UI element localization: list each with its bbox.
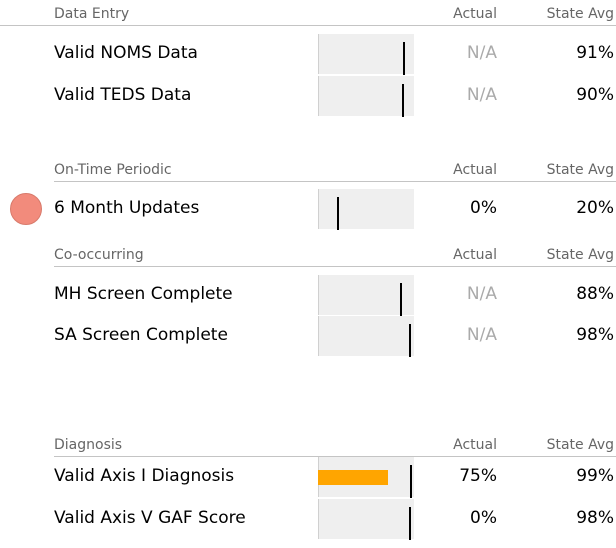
actual-value: N/A — [466, 325, 497, 345]
bar-baseline — [318, 275, 319, 315]
state-avg-marker — [403, 42, 405, 75]
bullet-bar — [318, 457, 414, 498]
bar-baseline — [318, 34, 319, 74]
state-avg-marker — [402, 84, 404, 117]
metric-row: Valid TEDS Data N/A 90% — [0, 76, 616, 117]
bullet-bar — [318, 34, 414, 75]
metric-row: Valid Axis V GAF Score 0% 98% — [0, 499, 616, 540]
section-title: Diagnosis — [54, 437, 123, 453]
metric-label: Valid TEDS Data — [54, 85, 192, 105]
section-header: Diagnosis Actual State Avg — [0, 435, 616, 457]
metric-label: Valid Axis V GAF Score — [54, 508, 246, 528]
header-divider — [0, 25, 616, 26]
state-avg-column-header: State Avg — [546, 6, 614, 22]
bar-baseline — [318, 189, 319, 229]
state-avg-marker — [400, 283, 402, 316]
actual-column-header: Actual — [453, 437, 497, 453]
actual-value: N/A — [466, 284, 497, 304]
section-title: Data Entry — [54, 6, 130, 22]
metric-label: Valid NOMS Data — [54, 43, 198, 63]
state-avg-value: 98% — [576, 508, 614, 528]
bar-baseline — [318, 76, 319, 116]
actual-value: N/A — [466, 85, 497, 105]
actual-column-header: Actual — [453, 6, 497, 22]
state-avg-marker — [337, 197, 339, 230]
state-avg-marker — [409, 324, 411, 357]
bullet-bar — [318, 499, 414, 540]
actual-value: 75% — [459, 466, 497, 486]
state-avg-value: 20% — [576, 198, 614, 218]
bullet-bar — [318, 76, 414, 117]
actual-column-header: Actual — [453, 162, 497, 178]
section-header: Data Entry Actual State Avg — [0, 4, 616, 26]
state-avg-value: 90% — [576, 85, 614, 105]
metric-label: 6 Month Updates — [54, 198, 200, 218]
bar-baseline — [318, 316, 319, 356]
metric-row: MH Screen Complete N/A 88% — [0, 275, 616, 316]
state-avg-marker — [410, 465, 412, 498]
metric-row: Valid Axis I Diagnosis 75% 99% — [0, 457, 616, 498]
actual-value: 0% — [470, 508, 497, 528]
state-avg-value: 91% — [576, 43, 614, 63]
header-divider — [54, 181, 616, 182]
actual-value: 0% — [470, 198, 497, 218]
bar-baseline — [318, 499, 319, 539]
metric-row: SA Screen Complete N/A 98% — [0, 316, 616, 357]
metric-row: Valid NOMS Data N/A 91% — [0, 34, 616, 75]
header-divider — [54, 266, 616, 267]
state-avg-marker — [409, 507, 411, 540]
bullet-bar — [318, 275, 414, 316]
state-avg-value: 98% — [576, 325, 614, 345]
metric-label: SA Screen Complete — [54, 325, 228, 345]
actual-value: N/A — [466, 43, 497, 63]
metric-row: 6 Month Updates 0% 20% — [0, 189, 616, 230]
section-header: Co-occurring Actual State Avg — [0, 245, 616, 267]
metric-label: Valid Axis I Diagnosis — [54, 466, 235, 486]
state-avg-value: 88% — [576, 284, 614, 304]
bullet-bar — [318, 189, 414, 230]
metric-label: MH Screen Complete — [54, 284, 233, 304]
state-avg-column-header: State Avg — [546, 247, 614, 263]
state-avg-column-header: State Avg — [546, 437, 614, 453]
section-header: On-Time Periodic Actual State Avg — [0, 160, 616, 182]
section-title: Co-occurring — [54, 247, 144, 263]
state-avg-column-header: State Avg — [546, 162, 614, 178]
alert-status-indicator — [10, 193, 42, 225]
state-avg-value: 99% — [576, 466, 614, 486]
section-title: On-Time Periodic — [54, 162, 172, 178]
actual-column-header: Actual — [453, 247, 497, 263]
actual-fill-bar — [318, 470, 388, 485]
bullet-bar — [318, 316, 414, 357]
